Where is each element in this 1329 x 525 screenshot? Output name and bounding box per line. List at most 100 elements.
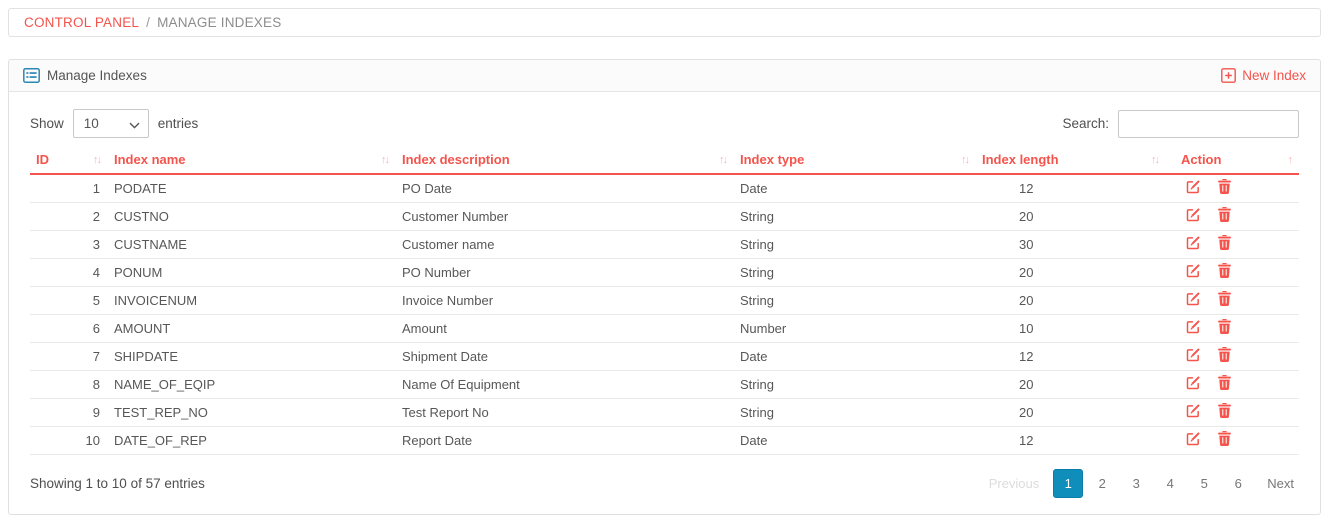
pagination-page-3[interactable]: 3	[1121, 469, 1151, 498]
cell-index-description: PO Date	[396, 174, 734, 203]
cell-action	[1166, 174, 1299, 203]
column-header-index-length[interactable]: Index length ↑↓	[976, 149, 1166, 175]
edit-button[interactable]	[1186, 375, 1201, 390]
cell-index-length: 10	[976, 314, 1166, 343]
cell-index-name: AMOUNT	[108, 314, 396, 343]
cell-id: 10	[30, 426, 108, 455]
edit-button[interactable]	[1186, 207, 1201, 222]
table-row: 3 CUSTNAME Customer name String 30	[30, 230, 1299, 259]
trash-icon	[1217, 235, 1231, 250]
list-alt-icon	[23, 68, 40, 83]
cell-id: 5	[30, 286, 108, 315]
sort-icon: ↑↓	[961, 153, 970, 166]
cell-id: 1	[30, 174, 108, 203]
edit-button[interactable]	[1186, 263, 1201, 278]
delete-button[interactable]	[1217, 207, 1231, 222]
cell-id: 9	[30, 398, 108, 427]
pagination-page-4[interactable]: 4	[1155, 469, 1185, 498]
trash-icon	[1217, 403, 1231, 418]
edit-button[interactable]	[1186, 179, 1201, 194]
pagination-next[interactable]: Next	[1262, 469, 1299, 498]
pagination-previous[interactable]: Previous	[984, 469, 1045, 498]
cell-index-description: Test Report No	[396, 398, 734, 427]
cell-action	[1166, 286, 1299, 315]
column-header-action[interactable]: Action ↑	[1166, 149, 1299, 175]
delete-button[interactable]	[1217, 179, 1231, 195]
cell-index-length: 20	[976, 370, 1166, 399]
edit-button[interactable]	[1186, 347, 1201, 362]
delete-button[interactable]	[1217, 347, 1231, 362]
edit-button[interactable]	[1186, 235, 1201, 250]
cell-id: 7	[30, 342, 108, 371]
delete-button[interactable]	[1217, 319, 1231, 334]
cell-index-description: Report Date	[396, 426, 734, 455]
pencil-square-icon	[1186, 207, 1201, 222]
edit-button[interactable]	[1186, 431, 1201, 446]
page-length-control: Show 10 entries	[30, 109, 198, 138]
cell-action	[1166, 398, 1299, 427]
page-length-select[interactable]: 10	[72, 109, 149, 138]
delete-button[interactable]	[1217, 403, 1231, 418]
delete-button[interactable]	[1217, 431, 1231, 446]
delete-button[interactable]	[1217, 291, 1231, 306]
cell-id: 4	[30, 258, 108, 287]
delete-button[interactable]	[1217, 375, 1231, 390]
cell-index-length: 30	[976, 230, 1166, 259]
edit-button[interactable]	[1186, 291, 1201, 306]
cell-index-type: Number	[734, 314, 976, 343]
breadcrumb-control-panel-link[interactable]: CONTROL PANEL	[24, 15, 139, 30]
trash-icon	[1217, 263, 1231, 278]
cell-index-length: 12	[976, 174, 1166, 203]
cell-index-length: 20	[976, 202, 1166, 231]
column-label: Index name	[114, 152, 186, 167]
trash-icon	[1217, 375, 1231, 390]
cell-index-name: PONUM	[108, 258, 396, 287]
cell-action	[1166, 342, 1299, 371]
cell-index-type: String	[734, 230, 976, 259]
pencil-square-icon	[1186, 403, 1201, 418]
new-index-button[interactable]: New Index	[1221, 68, 1306, 83]
cell-action	[1166, 258, 1299, 287]
page-length-select-wrap: 10	[72, 109, 149, 138]
column-label: Action	[1181, 152, 1222, 167]
table-footer: Showing 1 to 10 of 57 entries Previous 1…	[30, 468, 1299, 498]
sort-icon: ↑	[1287, 153, 1293, 166]
new-index-label: New Index	[1242, 68, 1306, 83]
pencil-square-icon	[1186, 291, 1201, 306]
column-header-index-description[interactable]: Index description ↑↓	[396, 149, 734, 175]
cell-index-description: Name Of Equipment	[396, 370, 734, 399]
pagination-page-6[interactable]: 6	[1223, 469, 1253, 498]
table-body: 1 PODATE PO Date Date 12 2 CUSTNO Custom…	[30, 174, 1299, 455]
pagination-page-1[interactable]: 1	[1053, 468, 1084, 498]
pencil-square-icon	[1186, 431, 1201, 446]
manage-indexes-panel: Manage Indexes New Index Show 10 entries…	[8, 59, 1321, 515]
search-input[interactable]	[1118, 109, 1299, 138]
cell-index-length: 12	[976, 426, 1166, 455]
column-label: Index description	[402, 152, 510, 167]
edit-button[interactable]	[1186, 403, 1201, 418]
panel-body: Show 10 entries Search: ID ↑↓ Index name…	[9, 92, 1320, 514]
column-header-index-name[interactable]: Index name ↑↓	[108, 149, 396, 175]
entries-info: Showing 1 to 10 of 57 entries	[30, 475, 205, 491]
delete-button[interactable]	[1217, 235, 1231, 250]
cell-index-name: TEST_REP_NO	[108, 398, 396, 427]
column-header-index-type[interactable]: Index type ↑↓	[734, 149, 976, 175]
cell-id: 8	[30, 370, 108, 399]
delete-button[interactable]	[1217, 263, 1231, 278]
pagination-page-2[interactable]: 2	[1087, 469, 1117, 498]
cell-index-description: Amount	[396, 314, 734, 343]
edit-button[interactable]	[1186, 319, 1201, 334]
pagination-page-5[interactable]: 5	[1189, 469, 1219, 498]
pencil-square-icon	[1186, 319, 1201, 334]
table-row: 1 PODATE PO Date Date 12	[30, 174, 1299, 203]
table-controls: Show 10 entries Search:	[30, 109, 1299, 138]
column-header-id[interactable]: ID ↑↓	[30, 149, 108, 175]
trash-icon	[1217, 291, 1231, 306]
plus-square-icon	[1221, 68, 1237, 83]
cell-id: 3	[30, 230, 108, 259]
trash-icon	[1217, 179, 1231, 195]
pencil-square-icon	[1186, 235, 1201, 250]
column-label: Index length	[982, 152, 1059, 167]
sort-icon: ↑↓	[1151, 153, 1160, 166]
pencil-square-icon	[1186, 179, 1201, 194]
